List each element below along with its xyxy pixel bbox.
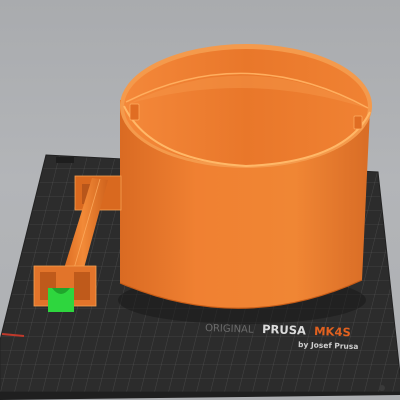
bed-notch	[56, 157, 74, 163]
bed-logo-prusa: PRUSA	[262, 322, 306, 338]
inner-clip-right	[353, 115, 363, 130]
3d-viewport[interactable]: ORIGINAL PRUSA MK4S by Josef Prusa	[0, 0, 400, 400]
bed-logo-model: MK4S	[314, 324, 351, 339]
scene-canvas[interactable]: ORIGINAL PRUSA MK4S by Josef Prusa	[0, 0, 400, 400]
cylinder-object[interactable]	[119, 44, 372, 309]
bed-screw	[379, 385, 385, 391]
inner-clip-left	[129, 103, 140, 121]
bed-logo-original: ORIGINAL	[205, 323, 254, 336]
